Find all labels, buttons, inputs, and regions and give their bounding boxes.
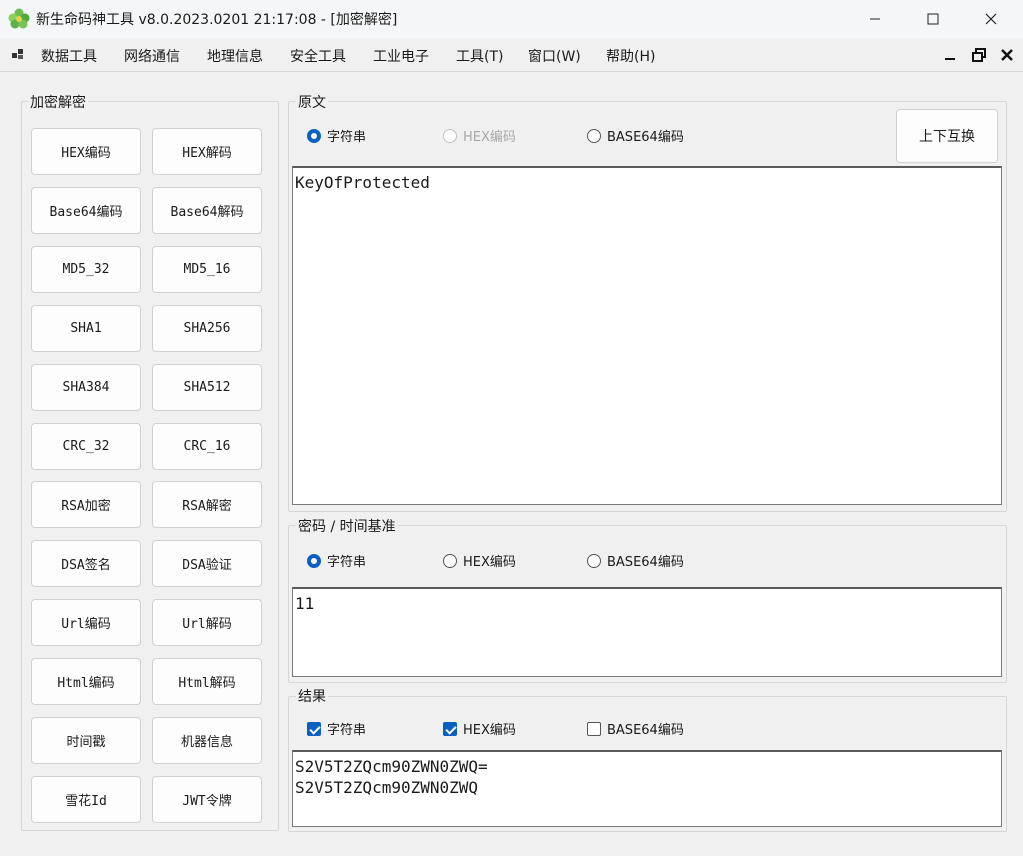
op-button-2-1[interactable]: MD5_16 [152, 246, 262, 293]
mdi-minimize-button[interactable] [939, 44, 961, 66]
password-radio-base64[interactable]: BASE64编码 [587, 551, 684, 570]
op-button-1-1[interactable]: Base64解码 [152, 187, 262, 234]
menu-geo[interactable]: 地理信息 [207, 46, 263, 66]
op-button-7-0[interactable]: DSA签名 [31, 540, 141, 587]
password-radio-string[interactable]: 字符串 [307, 551, 366, 570]
op-button-9-1[interactable]: Html解码 [152, 658, 262, 705]
close-button[interactable] [962, 0, 1020, 38]
restore-icon [972, 48, 986, 62]
source-radio-hex: HEX编码 [443, 126, 516, 145]
result-line: S2V5T2ZQcm90ZWN0ZWQ= [295, 757, 488, 776]
window-title: 新生命码神工具 v8.0.2023.0201 21:17:08 - [加密解密] [36, 12, 398, 28]
password-group-title: 密码 / 时间基准 [296, 516, 398, 536]
op-button-8-1[interactable]: Url解码 [152, 599, 262, 646]
op-button-5-0[interactable]: CRC_32 [31, 423, 141, 470]
maximize-button[interactable] [904, 0, 962, 38]
op-button-10-1[interactable]: 机器信息 [152, 717, 262, 764]
radio-icon [443, 128, 457, 143]
menu-industrial[interactable]: 工业电子 [373, 46, 429, 66]
minimize-icon [945, 58, 955, 60]
mdi-child-icon[interactable] [12, 47, 26, 61]
op-button-10-0[interactable]: 时间戳 [31, 717, 141, 764]
app-logo-icon [8, 8, 30, 30]
minimize-button[interactable] [846, 0, 904, 38]
checkbox-icon [307, 721, 321, 736]
menu-data-tools[interactable]: 数据工具 [41, 46, 97, 66]
result-group-title: 结果 [296, 686, 328, 706]
minimize-icon [870, 18, 880, 20]
swap-button[interactable]: 上下互换 [896, 109, 998, 163]
op-button-4-1[interactable]: SHA512 [152, 364, 262, 411]
result-check-hex[interactable]: HEX编码 [443, 719, 516, 738]
op-button-7-1[interactable]: DSA验证 [152, 540, 262, 587]
op-button-3-0[interactable]: SHA1 [31, 305, 141, 352]
mdi-close-button[interactable] [996, 44, 1018, 66]
encrypt-group-title: 加密解密 [28, 92, 88, 112]
op-button-11-0[interactable]: 雪花Id [31, 776, 141, 823]
source-radio-string[interactable]: 字符串 [307, 126, 366, 145]
source-textarea[interactable]: KeyOfProtected [292, 166, 1002, 505]
password-radio-hex[interactable]: HEX编码 [443, 551, 516, 570]
checkbox-icon [443, 721, 457, 736]
checkbox-icon [587, 721, 601, 736]
op-button-2-0[interactable]: MD5_32 [31, 246, 141, 293]
op-button-4-0[interactable]: SHA384 [31, 364, 141, 411]
close-icon [985, 13, 997, 25]
menu-security[interactable]: 安全工具 [290, 46, 346, 66]
op-button-11-1[interactable]: JWT令牌 [152, 776, 262, 823]
menu-tools[interactable]: 工具(T) [456, 46, 503, 66]
op-button-0-1[interactable]: HEX解码 [152, 128, 262, 175]
op-button-6-0[interactable]: RSA加密 [31, 481, 141, 528]
menu-network[interactable]: 网络通信 [124, 46, 180, 66]
op-button-0-0[interactable]: HEX编码 [31, 128, 141, 175]
maximize-icon [927, 13, 939, 25]
result-check-string[interactable]: 字符串 [307, 719, 366, 738]
op-button-8-0[interactable]: Url编码 [31, 599, 141, 646]
op-button-3-1[interactable]: SHA256 [152, 305, 262, 352]
result-textarea[interactable]: S2V5T2ZQcm90ZWN0ZWQ= S2V5T2ZQcm90ZWN0ZWQ [292, 750, 1002, 827]
result-line: S2V5T2ZQcm90ZWN0ZWQ [295, 778, 479, 797]
op-button-5-1[interactable]: CRC_16 [152, 423, 262, 470]
radio-icon [587, 553, 601, 568]
source-group-title: 原文 [296, 92, 328, 112]
op-button-1-0[interactable]: Base64编码 [31, 187, 141, 234]
radio-icon [587, 128, 601, 143]
menu-window[interactable]: 窗口(W) [528, 46, 581, 66]
password-textarea[interactable]: 11 [292, 587, 1002, 677]
result-check-base64[interactable]: BASE64编码 [587, 719, 684, 738]
op-button-6-1[interactable]: RSA解密 [152, 481, 262, 528]
close-icon [1001, 49, 1013, 61]
op-button-9-0[interactable]: Html编码 [31, 658, 141, 705]
menu-help[interactable]: 帮助(H) [606, 46, 655, 66]
radio-icon [307, 128, 321, 143]
source-radio-base64[interactable]: BASE64编码 [587, 126, 684, 145]
radio-icon [443, 553, 457, 568]
mdi-restore-button[interactable] [968, 44, 990, 66]
radio-icon [307, 553, 321, 568]
